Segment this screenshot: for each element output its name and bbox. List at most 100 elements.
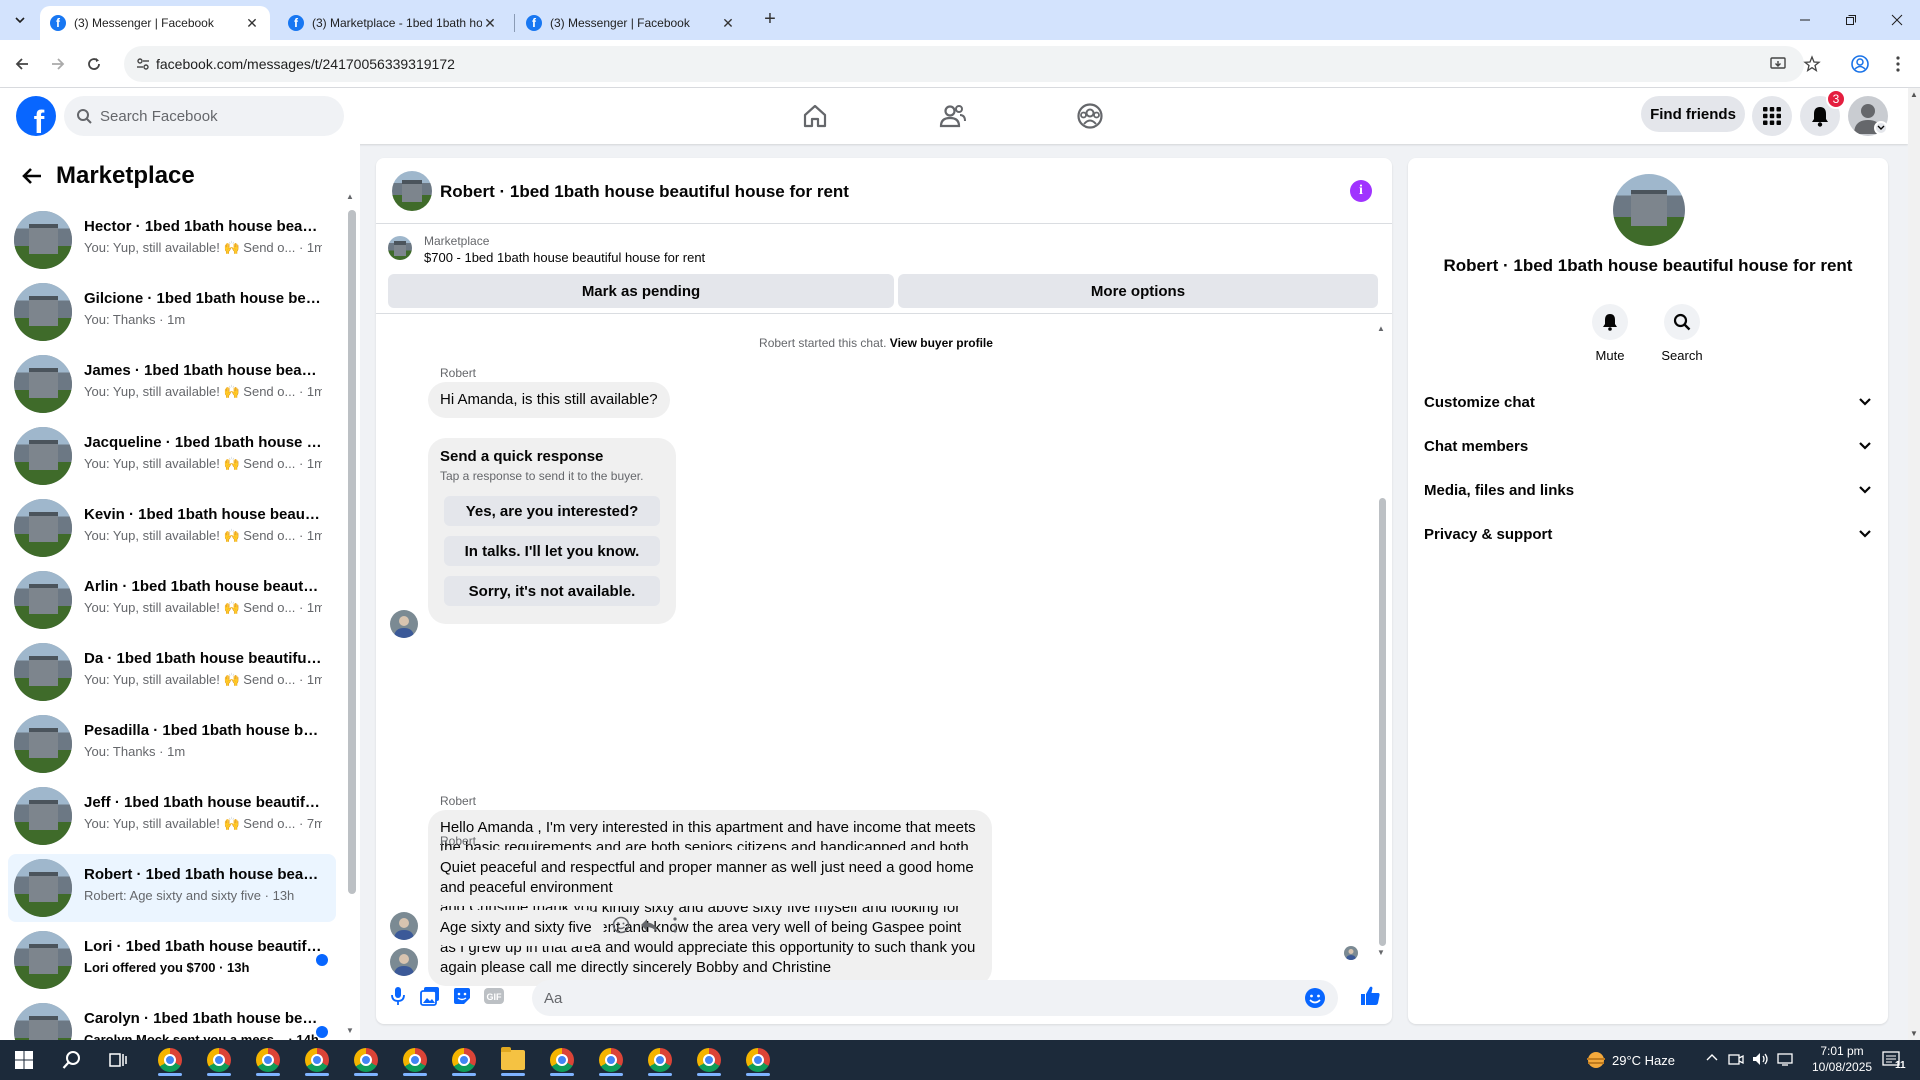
quick-reply-in-talks-button[interactable]: In talks. I'll let you know. bbox=[444, 536, 660, 566]
privacy-support-section[interactable]: Privacy & support bbox=[1416, 512, 1880, 556]
chrome-app-icon[interactable] bbox=[444, 1044, 484, 1076]
microphone-icon[interactable] bbox=[386, 984, 410, 1008]
quick-reply-not-available-button[interactable]: Sorry, it's not available. bbox=[444, 576, 660, 606]
conversation-item[interactable]: Hector · 1bed 1bath house beautiful hous… bbox=[8, 206, 336, 274]
file-explorer-icon[interactable] bbox=[493, 1044, 533, 1076]
attach-photo-icon[interactable] bbox=[418, 984, 442, 1008]
find-friends-button[interactable]: Find friends bbox=[1641, 96, 1745, 132]
conversation-avatar[interactable] bbox=[1613, 174, 1685, 246]
chrome-app-icon[interactable] bbox=[542, 1044, 582, 1076]
facebook-search[interactable] bbox=[64, 96, 344, 136]
scroll-up-arrow-icon[interactable]: ▲ bbox=[1377, 324, 1385, 333]
more-actions-icon[interactable] bbox=[664, 914, 686, 936]
more-options-button[interactable]: More options bbox=[898, 274, 1378, 308]
conversation-item[interactable]: Lori · 1bed 1bath house beautiful house … bbox=[8, 926, 336, 994]
new-tab-button[interactable]: + bbox=[758, 8, 782, 32]
sender-avatar[interactable] bbox=[390, 610, 418, 638]
chrome-app-icon[interactable] bbox=[395, 1044, 435, 1076]
mark-as-pending-button[interactable]: Mark as pending bbox=[388, 274, 894, 308]
forward-arrow-icon[interactable] bbox=[46, 52, 70, 76]
chrome-app-icon[interactable] bbox=[738, 1044, 778, 1076]
sender-avatar[interactable] bbox=[390, 912, 418, 940]
taskbar-search-icon[interactable] bbox=[52, 1044, 92, 1076]
facebook-logo-icon[interactable]: f bbox=[16, 96, 56, 136]
scroll-up-arrow-icon[interactable]: ▲ bbox=[346, 192, 354, 201]
scroll-down-arrow-icon[interactable]: ▼ bbox=[1910, 1029, 1918, 1038]
bookmark-star-icon[interactable] bbox=[1800, 52, 1824, 76]
chrome-profile-icon[interactable] bbox=[1848, 52, 1872, 76]
back-arrow-icon[interactable] bbox=[10, 52, 34, 76]
browser-tab-messenger-1[interactable]: f (3) Messenger | Facebook ✕ bbox=[40, 6, 270, 40]
conversation-item[interactable]: Kevin · 1bed 1bath house beautiful house… bbox=[8, 494, 336, 562]
message-bubble[interactable]: Quiet peaceful and respectful and proper… bbox=[428, 850, 992, 906]
install-app-icon[interactable] bbox=[1766, 52, 1790, 76]
conversation-item[interactable]: Jeff · 1bed 1bath house beautiful house … bbox=[8, 782, 336, 850]
message-bubble[interactable]: Hi Amanda, is this still available? bbox=[428, 382, 670, 418]
reply-icon[interactable] bbox=[638, 914, 660, 936]
message-bubble[interactable]: Age sixty and sixty five bbox=[428, 910, 604, 946]
conversation-item[interactable]: Pesadilla · 1bed 1bath house beautiful h… bbox=[8, 710, 336, 778]
reload-icon[interactable] bbox=[82, 52, 106, 76]
react-emoji-icon[interactable] bbox=[610, 914, 632, 936]
chrome-menu-icon[interactable] bbox=[1886, 52, 1910, 76]
chrome-app-icon[interactable] bbox=[689, 1044, 729, 1076]
browser-tab-marketplace[interactable]: f (3) Marketplace - 1bed 1bath house ✕ bbox=[278, 6, 508, 40]
windows-start-icon[interactable] bbox=[4, 1044, 44, 1076]
emoji-icon[interactable] bbox=[1304, 987, 1326, 1009]
clock[interactable]: 7:01 pm 10/08/2025 bbox=[1812, 1044, 1872, 1074]
browser-tab-messenger-2[interactable]: f (3) Messenger | Facebook ✕ bbox=[516, 6, 746, 40]
friends-icon[interactable] bbox=[933, 96, 973, 136]
message-input[interactable] bbox=[544, 980, 1284, 1016]
tab-search-button[interactable] bbox=[8, 8, 32, 32]
conversation-item[interactable]: Da · 1bed 1bath house beautiful house fo… bbox=[8, 638, 336, 706]
chrome-app-icon[interactable] bbox=[297, 1044, 337, 1076]
view-buyer-profile-link[interactable]: View buyer profile bbox=[890, 336, 993, 350]
conversation-item[interactable]: Arlin · 1bed 1bath house beautiful house… bbox=[8, 566, 336, 634]
network-icon[interactable] bbox=[1776, 1052, 1794, 1069]
chrome-app-icon[interactable] bbox=[591, 1044, 631, 1076]
task-view-icon[interactable] bbox=[98, 1044, 138, 1076]
chrome-app-icon[interactable] bbox=[199, 1044, 239, 1076]
gif-icon[interactable]: GIF bbox=[482, 984, 506, 1008]
info-icon[interactable]: i bbox=[1350, 180, 1372, 202]
listing-thumbnail[interactable] bbox=[388, 236, 412, 260]
home-icon[interactable] bbox=[795, 96, 835, 136]
back-arrow-icon[interactable] bbox=[16, 160, 48, 192]
volume-icon[interactable] bbox=[1752, 1052, 1770, 1069]
minimize-button[interactable] bbox=[1782, 0, 1828, 40]
conversation-item[interactable]: Carolyn · 1bed 1bath house beautiful hou… bbox=[8, 998, 336, 1040]
restore-button[interactable] bbox=[1828, 0, 1874, 40]
close-window-button[interactable] bbox=[1874, 0, 1920, 40]
mute-button[interactable]: Mute bbox=[1580, 304, 1640, 363]
chrome-app-icon[interactable] bbox=[640, 1044, 680, 1076]
message-input-box[interactable] bbox=[532, 980, 1338, 1016]
chrome-app-icon[interactable] bbox=[150, 1044, 190, 1076]
chrome-app-icon[interactable] bbox=[346, 1044, 386, 1076]
conversation-item[interactable]: James · 1bed 1bath house beautiful house… bbox=[8, 350, 336, 418]
conversation-item[interactable]: Robert · 1bed 1bath house beautiful hous… bbox=[8, 854, 336, 922]
site-info-icon[interactable] bbox=[134, 55, 152, 73]
chat-avatar[interactable] bbox=[392, 171, 432, 211]
chat-scrollbar[interactable] bbox=[1379, 498, 1386, 946]
weather-text[interactable]: 29°C Haze bbox=[1612, 1053, 1675, 1068]
chat-title[interactable]: Robert · 1bed 1bath house beautiful hous… bbox=[440, 182, 849, 202]
chevron-down-icon[interactable] bbox=[1874, 121, 1888, 135]
conversation-item[interactable]: Gilcione · 1bed 1bath house beautiful ho… bbox=[8, 278, 336, 346]
meet-now-icon[interactable] bbox=[1728, 1052, 1744, 1069]
close-tab-icon[interactable]: ✕ bbox=[244, 15, 260, 31]
chat-members-section[interactable]: Chat members bbox=[1416, 424, 1880, 468]
search-in-conversation-button[interactable]: Search bbox=[1652, 304, 1712, 363]
sidebar-scrollbar[interactable] bbox=[348, 210, 356, 894]
menu-grid-icon[interactable] bbox=[1752, 96, 1792, 136]
conversation-item[interactable]: Jacqueline · 1bed 1bath house beautiful … bbox=[8, 422, 336, 490]
sticker-icon[interactable] bbox=[450, 984, 474, 1008]
listing-price-title[interactable]: $700 - 1bed 1bath house beautiful house … bbox=[424, 250, 705, 265]
close-tab-icon[interactable]: ✕ bbox=[720, 15, 736, 31]
media-files-links-section[interactable]: Media, files and links bbox=[1416, 468, 1880, 512]
chrome-app-icon[interactable] bbox=[248, 1044, 288, 1076]
scroll-down-arrow-icon[interactable]: ▼ bbox=[346, 1026, 354, 1035]
close-tab-icon[interactable]: ✕ bbox=[482, 15, 498, 31]
customize-chat-section[interactable]: Customize chat bbox=[1416, 380, 1880, 424]
tray-chevron-up-icon[interactable] bbox=[1706, 1051, 1718, 1065]
page-scrollbar[interactable]: ▲ ▼ bbox=[1908, 88, 1920, 1040]
